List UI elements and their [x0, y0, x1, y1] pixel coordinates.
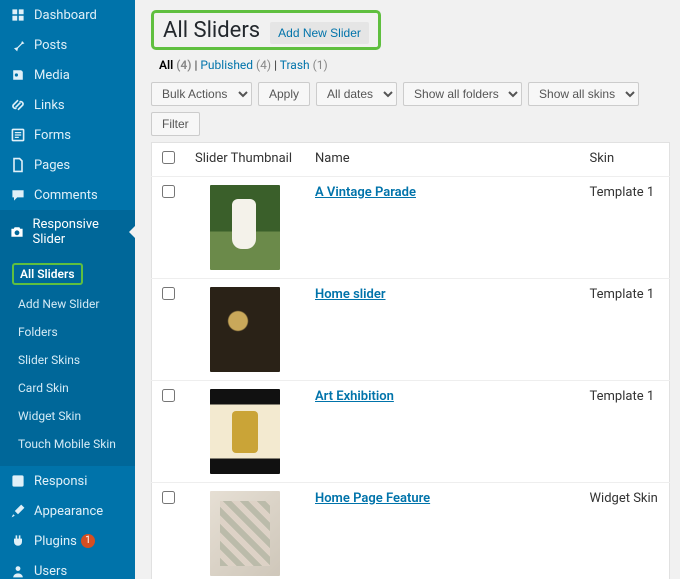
slider-title-link[interactable]: Home Page Feature: [315, 491, 430, 506]
column-name[interactable]: Name: [305, 143, 580, 177]
submenu-folders[interactable]: Folders: [0, 318, 135, 346]
submenu-label: Add New Slider: [12, 295, 105, 313]
view-published[interactable]: Published (4): [200, 58, 271, 72]
menu-label: Pages: [34, 158, 70, 173]
slider-title-link[interactable]: Art Exhibition: [315, 389, 394, 404]
main-content: All Sliders Add New Slider All (4) | Pub…: [135, 0, 680, 579]
table-row: Home Page Feature Widget Skin: [152, 483, 670, 579]
menu-label: Media: [34, 68, 70, 83]
menu-users[interactable]: Users: [0, 556, 135, 579]
pin-icon: [8, 37, 28, 53]
menu-appearance[interactable]: Appearance: [0, 496, 135, 526]
menu-label: Comments: [34, 188, 98, 203]
admin-sidebar: Dashboard Posts Media Links Forms Pages …: [0, 0, 135, 579]
row-checkbox[interactable]: [162, 287, 175, 300]
menu-label: Users: [34, 564, 67, 579]
slider-thumbnail: [210, 491, 280, 576]
skins-select[interactable]: Show all skins: [528, 82, 639, 106]
camera-icon: [8, 224, 26, 240]
row-checkbox[interactable]: [162, 491, 175, 504]
submenu-label: All Sliders: [12, 263, 83, 285]
plug-icon: [8, 533, 28, 549]
count: (4): [176, 58, 191, 72]
submenu: All Sliders Add New Slider Folders Slide…: [0, 254, 135, 466]
filter-button[interactable]: Filter: [151, 112, 200, 136]
tablenav-top: Bulk Actions Apply All dates Show all fo…: [151, 82, 670, 136]
link-icon: [8, 97, 28, 113]
menu-plugins[interactable]: Plugins 1: [0, 526, 135, 556]
submenu-label: Widget Skin: [12, 407, 87, 425]
slider-skin: Template 1: [580, 279, 670, 381]
page-icon: [8, 157, 28, 173]
slider-thumbnail: [210, 287, 280, 372]
menu-label: Links: [34, 98, 65, 113]
menu-label: Appearance: [34, 504, 103, 519]
bulk-actions-select[interactable]: Bulk Actions: [151, 82, 252, 106]
select-all-checkbox[interactable]: [162, 151, 175, 164]
menu-label: Responsive Slider: [32, 217, 127, 247]
submenu-label: Folders: [12, 323, 64, 341]
apply-button[interactable]: Apply: [258, 82, 310, 106]
responsi-icon: [8, 473, 28, 489]
page-title: All Sliders: [163, 18, 260, 43]
add-new-button[interactable]: Add New Slider: [270, 22, 369, 44]
update-badge: 1: [81, 534, 95, 548]
submenu-slider-skins[interactable]: Slider Skins: [0, 346, 135, 374]
view-trash[interactable]: Trash (1): [280, 58, 328, 72]
submenu-all-sliders[interactable]: All Sliders: [0, 258, 135, 290]
menu-media[interactable]: Media: [0, 60, 135, 90]
submenu-add-new-slider[interactable]: Add New Slider: [0, 290, 135, 318]
page-heading-highlight: All Sliders Add New Slider: [151, 10, 381, 50]
menu-label: Responsi: [34, 474, 87, 489]
slider-thumbnail: [210, 389, 280, 474]
submenu-label: Touch Mobile Skin: [12, 435, 122, 453]
slider-skin: Template 1: [580, 381, 670, 483]
folders-select[interactable]: Show all folders: [403, 82, 522, 106]
table-row: Home slider Template 1: [152, 279, 670, 381]
menu-label: Forms: [34, 128, 71, 143]
column-skin[interactable]: Skin: [580, 143, 670, 177]
dates-select[interactable]: All dates: [316, 82, 397, 106]
slider-thumbnail: [210, 185, 280, 270]
media-icon: [8, 67, 28, 83]
menu-pages[interactable]: Pages: [0, 150, 135, 180]
menu-links[interactable]: Links: [0, 90, 135, 120]
column-thumbnail[interactable]: Slider Thumbnail: [185, 143, 305, 177]
menu-forms[interactable]: Forms: [0, 120, 135, 150]
brush-icon: [8, 503, 28, 519]
submenu-label: Card Skin: [12, 379, 75, 397]
view-filter-links: All (4) | Published (4) | Trash (1): [159, 58, 670, 72]
count: (4): [256, 58, 271, 72]
submenu-label: Slider Skins: [12, 351, 86, 369]
menu-responsi[interactable]: Responsi: [0, 466, 135, 496]
submenu-widget-skin[interactable]: Widget Skin: [0, 402, 135, 430]
view-all[interactable]: All (4): [159, 58, 191, 72]
table-row: Art Exhibition Template 1: [152, 381, 670, 483]
user-icon: [8, 563, 28, 579]
submenu-card-skin[interactable]: Card Skin: [0, 374, 135, 402]
menu-posts[interactable]: Posts: [0, 30, 135, 60]
sliders-table: Slider Thumbnail Name Skin A Vintage Par…: [151, 142, 670, 579]
slider-skin: Widget Skin: [580, 483, 670, 579]
forms-icon: [8, 127, 28, 143]
comment-icon: [8, 187, 28, 203]
row-checkbox[interactable]: [162, 185, 175, 198]
count: (1): [313, 58, 328, 72]
menu-label: Dashboard: [34, 8, 97, 23]
menu-dashboard[interactable]: Dashboard: [0, 0, 135, 30]
menu-label: Plugins: [34, 534, 77, 549]
slider-title-link[interactable]: A Vintage Parade: [315, 185, 416, 200]
menu-label: Posts: [34, 38, 67, 53]
slider-title-link[interactable]: Home slider: [315, 287, 386, 302]
menu-responsive-slider[interactable]: Responsive Slider: [0, 210, 135, 254]
table-row: A Vintage Parade Template 1: [152, 177, 670, 279]
row-checkbox[interactable]: [162, 389, 175, 402]
submenu-touch-mobile-skin[interactable]: Touch Mobile Skin: [0, 430, 135, 458]
dashboard-icon: [8, 7, 28, 23]
slider-skin: Template 1: [580, 177, 670, 279]
menu-comments[interactable]: Comments: [0, 180, 135, 210]
